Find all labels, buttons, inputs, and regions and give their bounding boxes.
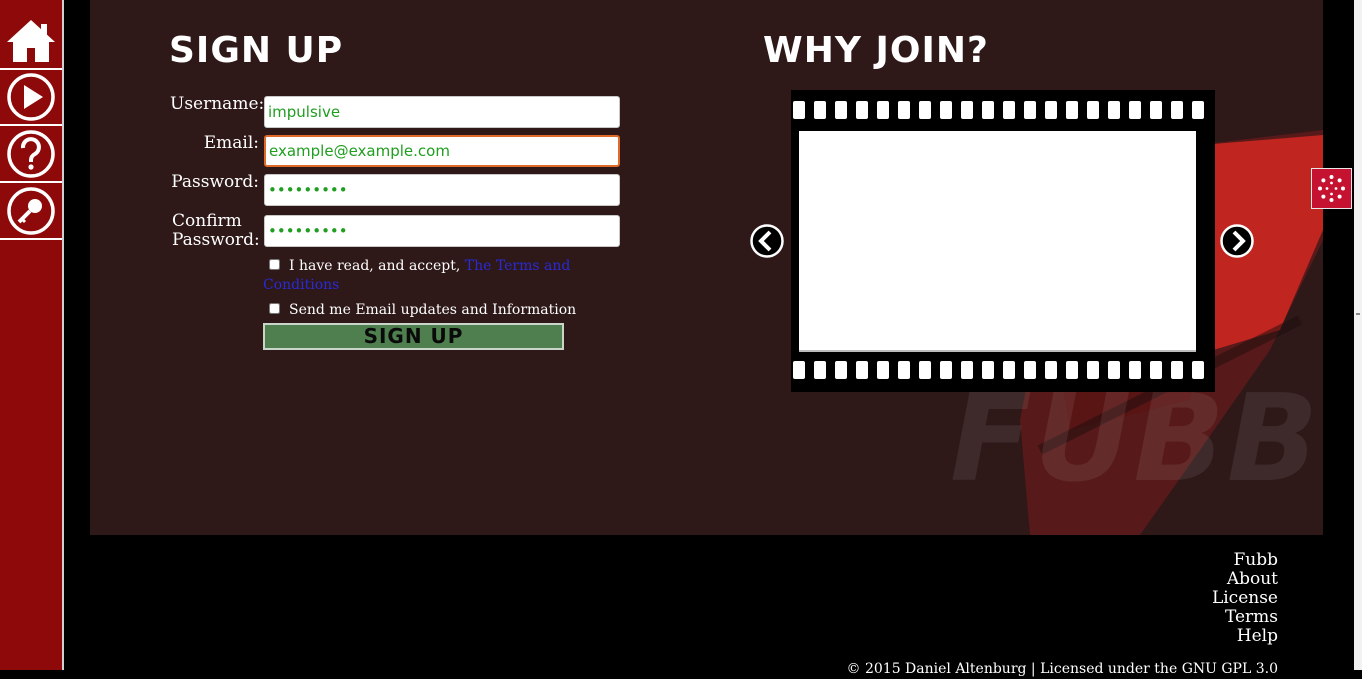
why-join-title: Why Join? xyxy=(763,30,989,71)
film-sprocket xyxy=(856,361,868,379)
film-sprocket xyxy=(1045,361,1057,379)
film-sprocket xyxy=(898,101,910,119)
scrollbar-thumb[interactable] xyxy=(1356,313,1360,315)
nav-help-button[interactable] xyxy=(0,126,62,183)
film-sprocket xyxy=(877,361,889,379)
film-sprocket xyxy=(898,361,910,379)
confirm-label-line1: Confirm xyxy=(172,211,242,231)
film-sprocket xyxy=(1192,101,1204,119)
film-sprocket xyxy=(877,101,889,119)
film-sprocket xyxy=(940,361,952,379)
email-label: Email: xyxy=(203,133,259,153)
page-scrollbar[interactable] xyxy=(1354,0,1362,670)
key-icon xyxy=(7,186,55,235)
updates-label: Send me Email updates and Information xyxy=(289,302,577,318)
main-panel: FUBB Sign Up Username: Email: Password: … xyxy=(90,0,1323,535)
film-sprocket xyxy=(835,361,847,379)
film-sprocket xyxy=(1171,101,1183,119)
film-strip xyxy=(791,90,1215,392)
film-sprocket xyxy=(1108,101,1120,119)
password-label: Password: xyxy=(171,172,259,192)
film-sprocket xyxy=(1192,361,1204,379)
nav-home-button[interactable] xyxy=(0,13,62,70)
footer-link-license[interactable]: License xyxy=(1212,589,1278,608)
film-sprocket xyxy=(793,101,805,119)
footer-link-about[interactable]: About xyxy=(1212,570,1278,589)
film-sprocket xyxy=(1108,361,1120,379)
film-sprocket xyxy=(814,361,826,379)
film-sprocket xyxy=(1003,101,1015,119)
film-sprocket xyxy=(1129,361,1141,379)
sidebar xyxy=(0,0,64,670)
updates-checkbox[interactable] xyxy=(269,303,280,314)
signup-button[interactable]: Sign Up xyxy=(263,323,564,350)
film-sprocket xyxy=(1024,361,1036,379)
signup-title: Sign Up xyxy=(169,30,344,71)
film-sprocket xyxy=(1024,101,1036,119)
confirm-password-label: Confirm Password: xyxy=(172,212,261,250)
home-icon xyxy=(7,19,55,62)
fubb-watermark: FUBB xyxy=(950,370,1321,509)
password-input[interactable] xyxy=(264,174,620,206)
footer-link-fubb[interactable]: Fubb xyxy=(1212,551,1278,570)
email-input[interactable] xyxy=(264,135,620,167)
film-sprocket xyxy=(940,101,952,119)
terms-label: I have read, and accept, xyxy=(289,258,461,274)
chevron-right-icon[interactable] xyxy=(1220,224,1254,258)
film-sprocket xyxy=(961,361,973,379)
nav-login-button[interactable] xyxy=(0,183,62,240)
film-sprocket xyxy=(1150,361,1162,379)
film-sprocket xyxy=(1066,101,1078,119)
film-sprocket xyxy=(1087,101,1099,119)
film-sprocket xyxy=(1150,101,1162,119)
film-sprocket xyxy=(1171,361,1183,379)
film-sprocket xyxy=(1066,361,1078,379)
film-sprocket xyxy=(835,101,847,119)
film-sprocket xyxy=(814,101,826,119)
film-screen xyxy=(799,131,1196,352)
film-sprocket xyxy=(856,101,868,119)
chevron-left-icon[interactable] xyxy=(750,224,784,258)
confirm-password-input[interactable] xyxy=(264,215,620,247)
film-sprocket xyxy=(793,361,805,379)
film-sprocket xyxy=(1087,361,1099,379)
footer-link-terms[interactable]: Terms xyxy=(1212,608,1278,627)
username-input[interactable] xyxy=(264,96,620,128)
film-sprocket xyxy=(1045,101,1057,119)
film-sprocket xyxy=(919,101,931,119)
film-sprocket xyxy=(961,101,973,119)
film-sprocket xyxy=(982,361,994,379)
footer-links: Fubb About License Terms Help xyxy=(1212,551,1278,646)
dots-ring-icon xyxy=(1318,175,1345,202)
play-icon xyxy=(7,73,55,121)
film-sprocket xyxy=(982,101,994,119)
nav-play-button[interactable] xyxy=(0,70,62,126)
terms-text: I have read, and accept, The Terms and C… xyxy=(263,257,593,295)
film-sprocket xyxy=(1003,361,1015,379)
film-sprocket xyxy=(1129,101,1141,119)
question-icon xyxy=(7,129,55,178)
confirm-label-line2: Password: xyxy=(172,230,260,250)
footer-link-help[interactable]: Help xyxy=(1212,627,1278,646)
film-sprocket xyxy=(919,361,931,379)
share-widget-button[interactable] xyxy=(1311,168,1352,209)
username-label: Username: xyxy=(170,94,265,114)
